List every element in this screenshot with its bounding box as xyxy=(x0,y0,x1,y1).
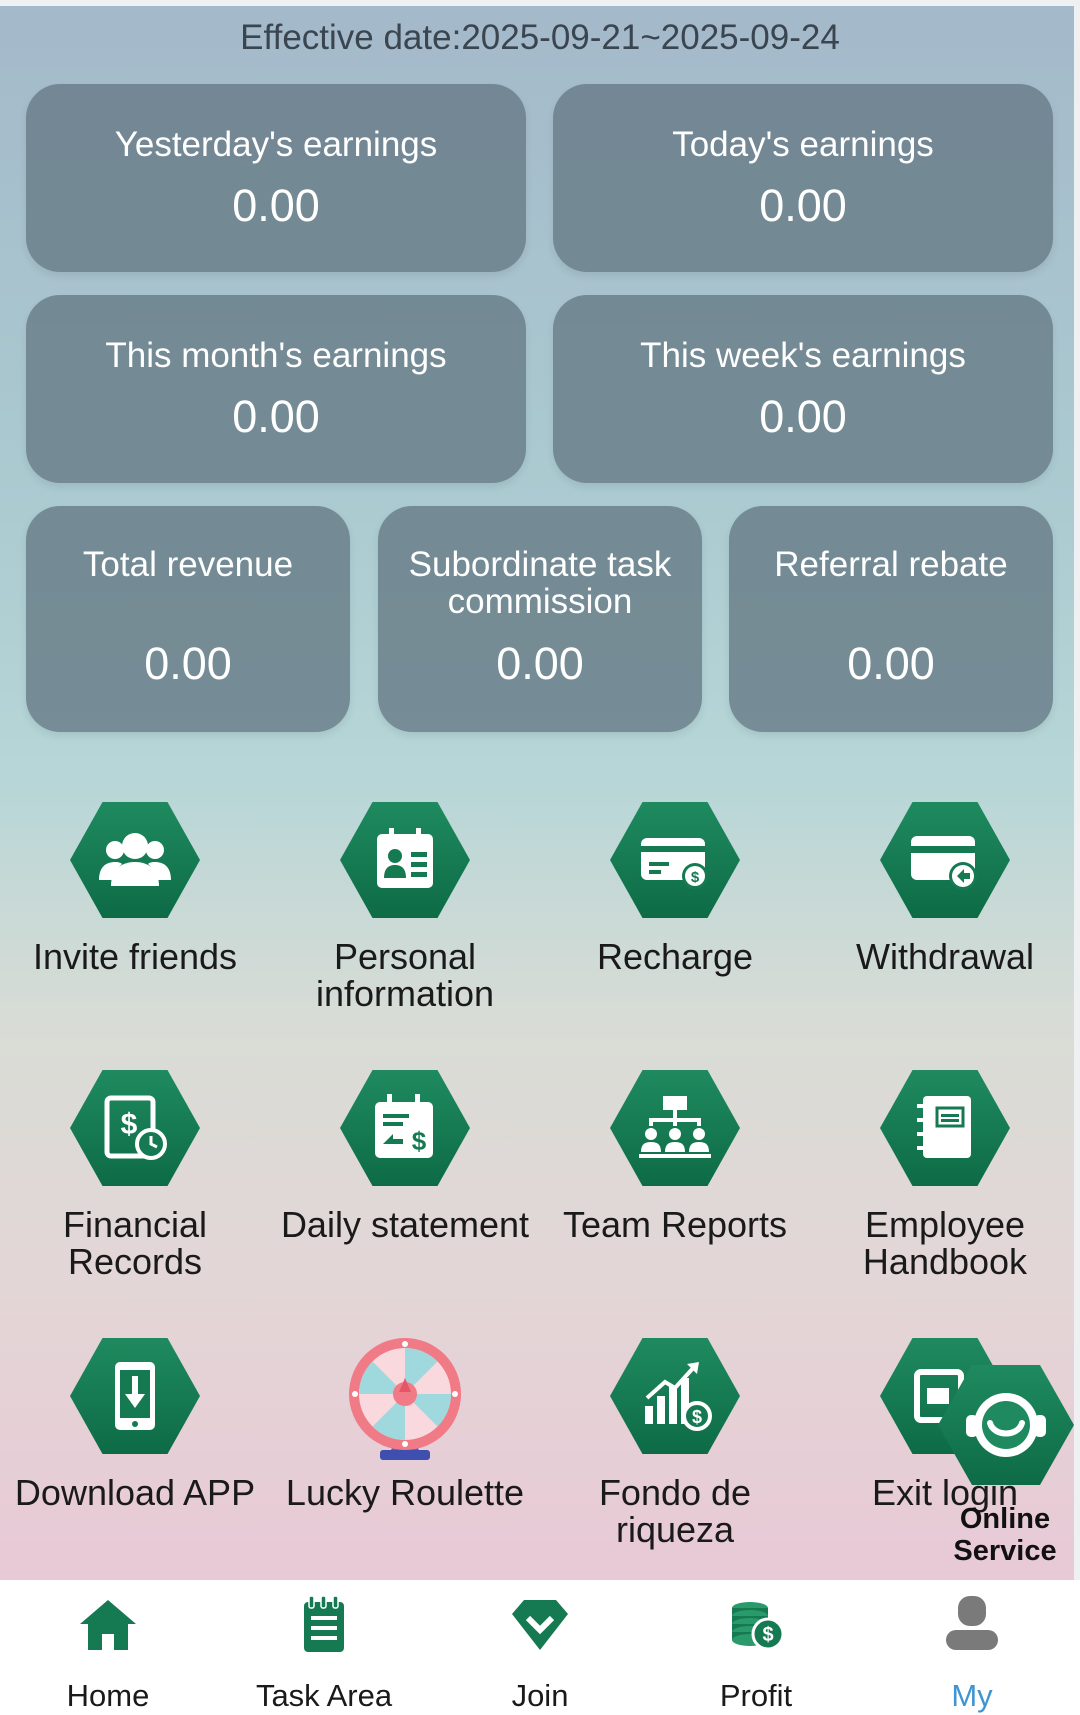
menu-label: Team Reports xyxy=(562,1204,788,1245)
phone-download-icon xyxy=(70,1338,200,1454)
menu-label: Withdrawal xyxy=(855,936,1035,977)
org-chart-icon xyxy=(610,1070,740,1186)
card-value: 0.00 xyxy=(759,391,847,442)
growth-chart-icon: $ xyxy=(610,1338,740,1454)
dollar-clock-icon: $ xyxy=(70,1070,200,1186)
withdrawal-button[interactable]: Withdrawal xyxy=(810,802,1080,1022)
team-reports-button[interactable]: Team Reports xyxy=(540,1070,810,1290)
total-revenue-card: Total revenue 0.00 xyxy=(26,506,350,732)
today-earnings-card: Today's earnings 0.00 xyxy=(553,84,1053,272)
nav-label: Join xyxy=(511,1678,569,1713)
users-icon xyxy=(70,802,200,918)
calendar-dollar-icon: $ xyxy=(340,1070,470,1186)
card-value: 0.00 xyxy=(496,638,584,689)
yesterday-earnings-card: Yesterday's earnings 0.00 xyxy=(26,84,526,272)
menu-label: Download APP xyxy=(14,1472,256,1513)
nav-label: My xyxy=(951,1678,993,1713)
download-app-button[interactable]: Download APP xyxy=(0,1338,270,1558)
recharge-button[interactable]: $ Recharge xyxy=(540,802,810,1022)
shield-check-icon xyxy=(510,1594,570,1654)
card-label: Yesterday's earnings xyxy=(114,125,438,164)
card-withdraw-icon xyxy=(880,802,1010,918)
card-label: This month's earnings xyxy=(105,336,447,375)
id-card-icon xyxy=(340,802,470,918)
menu-label: Personal information xyxy=(315,936,495,1014)
menu-label: Daily statement xyxy=(280,1204,530,1245)
card-label: Subordinate task commission xyxy=(408,545,672,621)
card-label: Total revenue xyxy=(82,545,294,584)
card-label: Today's earnings xyxy=(672,125,934,164)
nav-task-area[interactable]: Task Area xyxy=(216,1580,432,1715)
svg-text:$: $ xyxy=(692,1407,702,1427)
svg-text:$: $ xyxy=(691,869,700,886)
personal-information-button[interactable]: Personal information xyxy=(270,802,540,1022)
online-service-label: Online Service xyxy=(953,1503,1057,1567)
effective-date: Effective date:2025-09-21~2025-09-24 xyxy=(240,18,840,57)
subordinate-commission-card: Subordinate task commission 0.00 xyxy=(378,506,702,732)
svg-text:$: $ xyxy=(412,1126,427,1156)
menu-label: Invite friends xyxy=(32,936,238,977)
menu-label: Financial Records xyxy=(62,1204,208,1282)
nav-join[interactable]: Join xyxy=(432,1580,648,1715)
card-value: 0.00 xyxy=(232,391,320,442)
employee-handbook-button[interactable]: Employee Handbook xyxy=(810,1070,1080,1290)
nav-label: Task Area xyxy=(255,1678,393,1713)
invite-friends-button[interactable]: Invite friends xyxy=(0,802,270,1022)
financial-records-button[interactable]: $ Financial Records xyxy=(0,1070,270,1290)
week-earnings-card: This week's earnings 0.00 xyxy=(553,295,1053,483)
svg-text:$: $ xyxy=(762,1624,773,1646)
coins-icon: $ xyxy=(726,1594,786,1654)
roulette-wheel-icon xyxy=(345,1338,465,1464)
user-icon xyxy=(942,1594,1002,1654)
bottom-nav: Home Task Area Join $ Profit My xyxy=(0,1580,1080,1715)
top-border xyxy=(0,0,1080,6)
home-icon xyxy=(78,1594,138,1654)
notepad-icon xyxy=(294,1594,354,1654)
menu-label: Lucky Roulette xyxy=(285,1472,525,1513)
menu-label: Employee Handbook xyxy=(862,1204,1028,1282)
referral-rebate-card: Referral rebate 0.00 xyxy=(729,506,1053,732)
card-value: 0.00 xyxy=(232,180,320,231)
menu-label: Fondo de riqueza xyxy=(598,1472,752,1550)
headset-agent-icon xyxy=(938,1365,1074,1485)
card-value: 0.00 xyxy=(144,638,232,689)
menu-label: Recharge xyxy=(596,936,754,977)
card-label: This week's earnings xyxy=(640,336,966,375)
svg-text:$: $ xyxy=(121,1108,138,1141)
online-service-button[interactable]: Online Service xyxy=(935,1365,1075,1567)
nav-label: Home xyxy=(66,1678,150,1713)
month-earnings-card: This month's earnings 0.00 xyxy=(26,295,526,483)
card-value: 0.00 xyxy=(847,638,935,689)
nav-profit[interactable]: $ Profit xyxy=(648,1580,864,1715)
card-label: Referral rebate xyxy=(774,545,1008,584)
card-value: 0.00 xyxy=(759,180,847,231)
my-page: Effective date:2025-09-21~2025-09-24 Yes… xyxy=(0,0,1080,1715)
fondo-de-riqueza-button[interactable]: $ Fondo de riqueza xyxy=(540,1338,810,1558)
nav-my[interactable]: My xyxy=(864,1580,1080,1715)
nav-label: Profit xyxy=(719,1678,793,1713)
credit-card-dollar-icon: $ xyxy=(610,802,740,918)
lucky-roulette-button[interactable]: Lucky Roulette xyxy=(270,1338,540,1558)
nav-home[interactable]: Home xyxy=(0,1580,216,1715)
daily-statement-button[interactable]: $ Daily statement xyxy=(270,1070,540,1290)
notebook-icon xyxy=(880,1070,1010,1186)
